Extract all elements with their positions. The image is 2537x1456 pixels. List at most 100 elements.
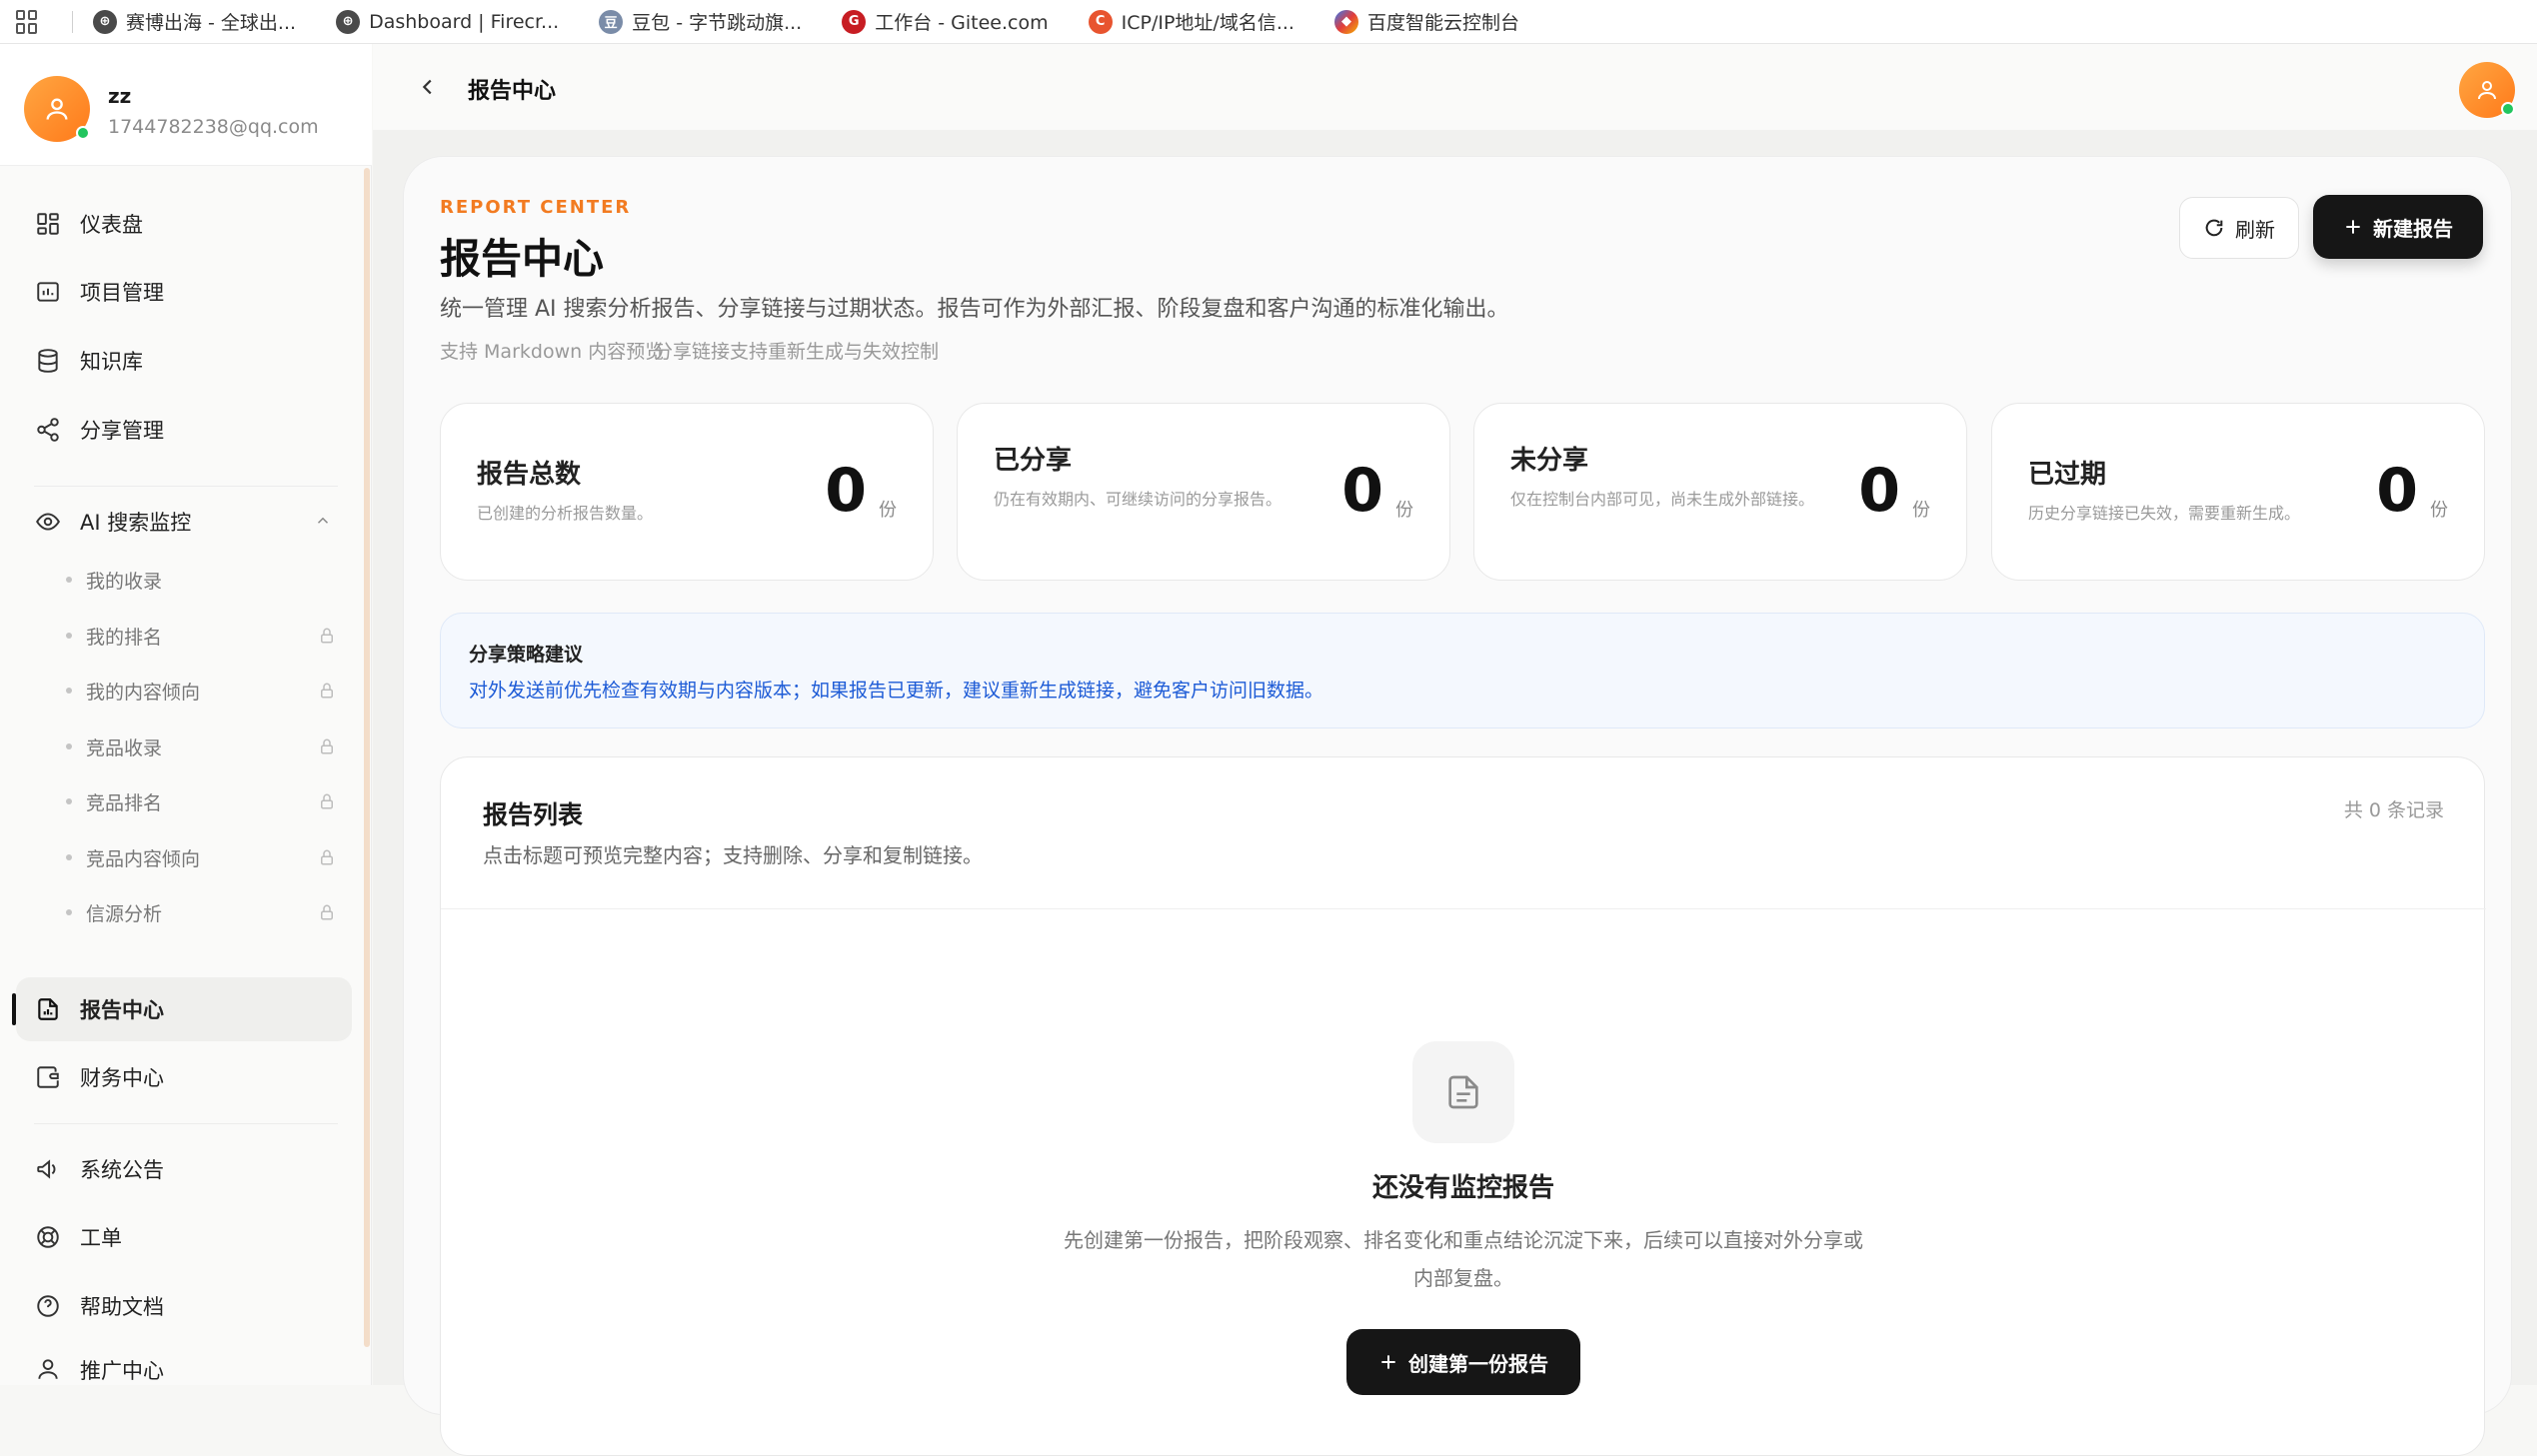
stat-description: 仅在控制台内部可见，尚未生成外部链接。 [1510, 490, 1815, 509]
stat-value: 0 [2376, 456, 2418, 526]
bookmark-item[interactable]: ◆ 百度智能云控制台 [1333, 8, 1519, 35]
online-status-dot [76, 126, 90, 140]
empty-state-title: 还没有监控报告 [1371, 1173, 1554, 1203]
database-icon [34, 347, 62, 375]
sidebar-scrollbar[interactable] [364, 168, 370, 1347]
bookmark-item[interactable]: C ICP/IP地址/域名信... [1088, 8, 1294, 35]
globe-icon: ⊕ [336, 9, 361, 34]
report-list-header: 报告列表 点击标题可预览完整内容；支持删除、分享和复制链接。 共 0 条记录 [441, 757, 2486, 909]
sidebar-item-help[interactable]: 帮助文档 [16, 1274, 352, 1338]
sidebar-item-knowledge[interactable]: 知识库 [16, 329, 352, 393]
sidebar-subitem-my-ranking[interactable]: 我的排名 [66, 616, 336, 656]
project-icon [34, 278, 62, 306]
share-icon [34, 416, 62, 444]
user-icon [2478, 81, 2496, 100]
sidebar-item-label: 财务中心 [80, 1066, 164, 1090]
user-icon [34, 1355, 62, 1383]
bookmark-label: ICP/IP地址/域名信... [1121, 12, 1294, 34]
lock-icon [321, 904, 333, 920]
sidebar-item-promotion[interactable]: 推广中心 [16, 1337, 352, 1385]
stat-description: 历史分享链接已失效，需要重新生成。 [2028, 504, 2301, 523]
stat-unit: 份 [2430, 500, 2448, 521]
sidebar: zz 1744782238@qq.com 仪表盘 项目管理 知识库 分享管理 A… [0, 44, 372, 1385]
stat-card-expired: 已过期 历史分享链接已失效，需要重新生成。 0 份 [1991, 403, 2485, 581]
top-header: 报告中心 [373, 44, 2537, 130]
bullet-dot [66, 798, 72, 804]
share-strategy-tip: 分享策略建议 对外发送前优先检查有效期与内容版本；如果报告已更新，建议重新生成链… [440, 613, 2485, 728]
bullet-dot [66, 909, 72, 915]
chevron-up-icon[interactable] [314, 512, 332, 530]
report-center-panel: REPORT CENTER 报告中心 统一管理 AI 搜索分析报告、分享链接与过… [403, 156, 2512, 1456]
sidebar-divider [34, 1123, 338, 1124]
new-report-button[interactable]: 新建报告 [2313, 195, 2483, 259]
new-report-label: 新建报告 [2373, 216, 2453, 241]
stat-value: 0 [1341, 456, 1383, 526]
bookmark-item[interactable]: ⊕ Dashboard | Firecr... [336, 9, 560, 34]
subitem-label: 信源分析 [86, 902, 163, 925]
baidu-cloud-icon: ◆ [1333, 9, 1358, 34]
dashboard-icon [34, 210, 62, 238]
back-arrow-icon[interactable] [417, 76, 439, 98]
user-card[interactable]: zz 1744782238@qq.com [0, 44, 372, 166]
bookmark-label: 赛博出海 - 全球出... [126, 12, 297, 34]
sidebar-subitem-competitor-content-tendency[interactable]: 竞品内容倾向 [66, 837, 336, 877]
refresh-button[interactable]: 刷新 [2179, 197, 2299, 259]
gitee-icon: G [842, 9, 867, 34]
stat-title: 未分享 [1510, 446, 1589, 476]
subitem-label: 我的排名 [86, 626, 163, 649]
bullet-dot [66, 577, 72, 583]
create-first-report-button[interactable]: 创建第一份报告 [1346, 1329, 1580, 1395]
globe-icon: ⊕ [93, 9, 117, 34]
header-title: 报告中心 [468, 79, 557, 104]
sidebar-subitem-my-content-tendency[interactable]: 我的内容倾向 [66, 671, 336, 711]
sidebar-item-report-center[interactable]: 报告中心 [16, 977, 352, 1041]
empty-state-description: 先创建第一份报告，把阶段观察、排名变化和重点结论沉淀下来，后续可以直接对外分享或… [1064, 1228, 1863, 1290]
sidebar-item-tickets[interactable]: 工单 [16, 1205, 352, 1269]
doubao-icon: 豆 [599, 9, 624, 34]
lock-icon [321, 793, 333, 809]
sidebar-item-ai-monitor[interactable]: AI 搜索监控 [16, 490, 352, 554]
bookmark-item[interactable]: 豆 豆包 - 字节跳动旗... [599, 8, 802, 35]
report-list-card: 报告列表 点击标题可预览完整内容；支持删除、分享和复制链接。 共 0 条记录 还… [440, 756, 2486, 1456]
user-icon [46, 98, 68, 120]
sidebar-item-share[interactable]: 分享管理 [16, 398, 352, 462]
apps-grid-icon[interactable] [16, 9, 40, 34]
avatar[interactable] [24, 76, 90, 142]
plus-icon [1381, 1355, 1395, 1369]
wallet-icon [34, 1063, 62, 1091]
refresh-icon [2205, 219, 2223, 237]
stat-card-total: 报告总数 已创建的分析报告数量。 0 份 [440, 403, 934, 581]
sidebar-item-dashboard[interactable]: 仪表盘 [16, 192, 352, 256]
bookmark-label: 工作台 - Gitee.com [875, 12, 1049, 34]
bookmark-label: Dashboard | Firecr... [369, 10, 560, 33]
sidebar-item-label: 项目管理 [80, 281, 164, 305]
subitem-label: 竞品排名 [86, 791, 163, 814]
sidebar-subitem-my-indexing[interactable]: 我的收录 [66, 560, 336, 600]
sidebar-item-finance[interactable]: 财务中心 [16, 1045, 352, 1109]
stat-card-unshared: 未分享 仅在控制台内部可见，尚未生成外部链接。 0 份 [1473, 403, 1967, 581]
plus-icon [2346, 220, 2360, 234]
header-avatar[interactable] [2459, 62, 2515, 118]
bullet-dot [66, 688, 72, 694]
sidebar-subitem-competitor-ranking[interactable]: 竞品排名 [66, 781, 336, 821]
sidebar-subitem-source-analysis[interactable]: 信源分析 [66, 892, 336, 932]
main-content: REPORT CENTER 报告中心 统一管理 AI 搜索分析报告、分享链接与过… [373, 130, 2537, 1456]
bookmark-item[interactable]: ⊕ 赛博出海 - 全球出... [93, 8, 296, 35]
sidebar-item-label: 工单 [80, 1226, 122, 1250]
stat-title: 已分享 [994, 446, 1073, 476]
sidebar-item-label: 仪表盘 [80, 213, 143, 237]
sidebar-divider [34, 486, 338, 487]
megaphone-icon [34, 1155, 62, 1183]
page-description: 统一管理 AI 搜索分析报告、分享链接与过期状态。报告可作为外部汇报、阶段复盘和… [440, 297, 1509, 322]
icp-icon: C [1088, 9, 1113, 34]
page-hint: 支持 Markdown 内容预览 [440, 341, 665, 363]
sidebar-item-label: 推广中心 [80, 1359, 164, 1383]
lock-icon [321, 683, 333, 699]
sidebar-item-projects[interactable]: 项目管理 [16, 260, 352, 324]
sidebar-subitem-competitor-indexing[interactable]: 竞品收录 [66, 727, 336, 766]
bookmark-item[interactable]: G 工作台 - Gitee.com [842, 8, 1049, 35]
subitem-label: 竞品内容倾向 [86, 847, 201, 870]
lifebuoy-icon [34, 1223, 62, 1251]
tip-title: 分享策略建议 [469, 644, 584, 666]
sidebar-item-announcements[interactable]: 系统公告 [16, 1137, 352, 1201]
